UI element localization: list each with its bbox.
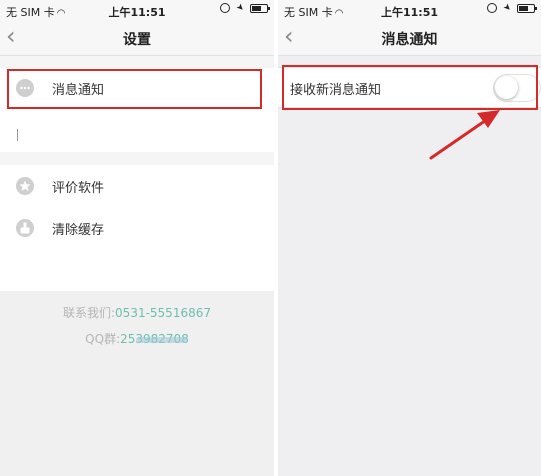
- annotation-arrow-icon: [429, 110, 500, 160]
- settings-item-clear-cache[interactable]: 清除缓存: [0, 208, 274, 248]
- settings-screen: 无 SIM 卡 ◠ 上午11:51 ➤ ‹ 设置 消息通知 评价软件 清除缓存 联…: [0, 0, 274, 476]
- nav-bar: ‹ 设置: [0, 20, 274, 56]
- status-bar: 无 SIM 卡 ◠ 上午11:51 ➤: [0, 0, 274, 20]
- star-icon: [16, 177, 34, 195]
- text-cursor: [17, 129, 18, 141]
- notification-settings-screen: 无 SIM 卡 ◠ 上午11:51 ➤ ‹ 消息通知 接收新消息通知: [278, 0, 541, 476]
- location-icon: ➤: [234, 1, 247, 15]
- settings-item-label: 评价软件: [52, 181, 105, 196]
- rotation-lock-icon: [220, 3, 231, 13]
- contact-phone-label: 联系我们:: [63, 306, 116, 320]
- broom-icon: [16, 219, 34, 237]
- page-title: 设置: [123, 32, 151, 48]
- contact-phone-value[interactable]: 0531-55516867: [115, 306, 211, 320]
- blur-mark: [136, 337, 188, 343]
- contact-qq-label: QQ群:: [85, 332, 121, 346]
- settings-item-rate-app[interactable]: 评价软件: [0, 166, 274, 206]
- contact-phone: 联系我们:0531-55516867: [0, 304, 274, 321]
- settings-item-label: 清除缓存: [52, 223, 105, 238]
- highlight-box: [7, 69, 262, 109]
- battery-icon: [250, 3, 270, 13]
